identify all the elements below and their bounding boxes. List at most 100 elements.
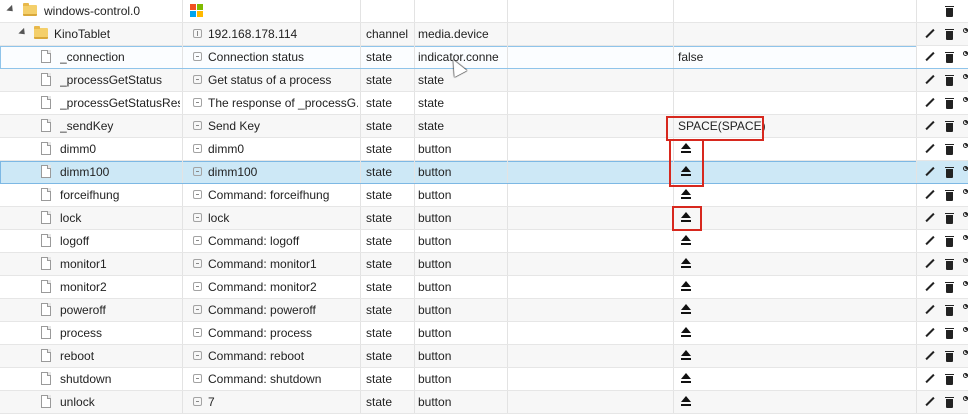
eject-icon[interactable] xyxy=(681,189,692,200)
pencil-icon[interactable] xyxy=(923,303,937,317)
trash-icon[interactable] xyxy=(943,50,957,64)
column-divider xyxy=(182,92,183,114)
wrench-icon[interactable] xyxy=(961,395,968,409)
wrench-icon[interactable] xyxy=(961,257,968,271)
wrench-icon[interactable] xyxy=(961,73,968,87)
trash-icon[interactable] xyxy=(943,349,957,363)
trash-icon[interactable] xyxy=(943,188,957,202)
column-divider xyxy=(673,276,674,298)
highlight-box-dimm xyxy=(669,139,704,187)
column-divider xyxy=(507,161,508,183)
trash-icon[interactable] xyxy=(943,326,957,340)
wrench-icon[interactable] xyxy=(961,96,968,110)
eject-icon[interactable] xyxy=(681,258,692,269)
wrench-icon[interactable] xyxy=(961,50,968,64)
eject-icon[interactable] xyxy=(681,327,692,338)
trash-icon[interactable] xyxy=(943,165,957,179)
trash-icon[interactable] xyxy=(943,96,957,110)
wrench-icon[interactable] xyxy=(961,372,968,386)
trash-icon[interactable] xyxy=(943,280,957,294)
table-row[interactable]: reboot Command: reboot state button xyxy=(0,345,968,368)
column-divider xyxy=(414,161,415,183)
pencil-icon[interactable] xyxy=(923,142,937,156)
eject-icon[interactable] xyxy=(681,304,692,315)
tree-row-device[interactable]: KinoTablet 192.168.178.114 channel media… xyxy=(0,23,968,46)
wrench-icon[interactable] xyxy=(961,234,968,248)
wrench-icon[interactable] xyxy=(961,27,968,41)
collapse-arrow-icon[interactable] xyxy=(18,27,28,38)
table-row[interactable]: logoff Command: logoff state button xyxy=(0,230,968,253)
table-row[interactable]: dimm100 dimm100 state button xyxy=(0,161,968,184)
table-row[interactable]: monitor1 Command: monitor1 state button xyxy=(0,253,968,276)
table-row[interactable]: dimm0 dimm0 state button xyxy=(0,138,968,161)
eject-icon[interactable] xyxy=(681,396,692,407)
trash-icon[interactable] xyxy=(943,234,957,248)
wrench-icon[interactable] xyxy=(961,303,968,317)
wrench-icon[interactable] xyxy=(961,165,968,179)
trash-icon[interactable] xyxy=(943,119,957,133)
eject-icon[interactable] xyxy=(681,373,692,384)
state-icon xyxy=(193,98,202,107)
pencil-icon[interactable] xyxy=(923,211,937,225)
wrench-icon[interactable] xyxy=(961,188,968,202)
wrench-icon[interactable] xyxy=(961,142,968,156)
table-row[interactable]: unlock 7 state button xyxy=(0,391,968,414)
trash-icon[interactable] xyxy=(943,303,957,317)
trash-icon[interactable] xyxy=(943,4,957,18)
trash-icon[interactable] xyxy=(943,395,957,409)
trash-icon[interactable] xyxy=(943,142,957,156)
eject-icon[interactable] xyxy=(681,235,692,246)
collapse-arrow-icon[interactable] xyxy=(6,4,16,15)
trash-icon[interactable] xyxy=(943,257,957,271)
trash-icon[interactable] xyxy=(943,211,957,225)
wrench-icon[interactable] xyxy=(961,326,968,340)
pencil-icon[interactable] xyxy=(923,257,937,271)
state-icon xyxy=(193,282,202,291)
table-row[interactable]: lock lock state button xyxy=(0,207,968,230)
table-row[interactable]: poweroff Command: poweroff state button xyxy=(0,299,968,322)
pencil-icon[interactable] xyxy=(923,119,937,133)
column-divider xyxy=(673,0,674,22)
state-name: Command: forceifhung xyxy=(208,188,330,202)
wrench-icon[interactable] xyxy=(961,280,968,294)
state-name: Command: shutdown xyxy=(208,372,322,386)
state-id: process xyxy=(60,326,103,340)
trash-icon[interactable] xyxy=(943,73,957,87)
column-divider xyxy=(414,115,415,137)
pencil-icon[interactable] xyxy=(923,326,937,340)
table-row[interactable]: process Command: process state button xyxy=(0,322,968,345)
wrench-icon[interactable] xyxy=(961,349,968,363)
state-type: state xyxy=(366,96,393,110)
pencil-icon[interactable] xyxy=(923,349,937,363)
eject-icon[interactable] xyxy=(681,350,692,361)
table-row[interactable]: monitor2 Command: monitor2 state button xyxy=(0,276,968,299)
table-row[interactable]: shutdown Command: shutdown state button xyxy=(0,368,968,391)
column-divider xyxy=(507,69,508,91)
pencil-icon[interactable] xyxy=(923,50,937,64)
trash-icon[interactable] xyxy=(943,27,957,41)
eject-icon[interactable] xyxy=(681,281,692,292)
pencil-icon[interactable] xyxy=(923,96,937,110)
table-row[interactable]: _processGetStatus Get status of a process… xyxy=(0,69,968,92)
trash-icon[interactable] xyxy=(943,372,957,386)
device-name: KinoTablet xyxy=(54,27,111,41)
state-id: unlock xyxy=(60,395,95,409)
column-divider xyxy=(360,299,361,321)
pencil-icon[interactable] xyxy=(923,395,937,409)
pencil-icon[interactable] xyxy=(923,165,937,179)
pencil-icon[interactable] xyxy=(923,188,937,202)
pencil-icon[interactable] xyxy=(923,280,937,294)
row-actions xyxy=(916,299,968,321)
tree-row-root[interactable]: windows-control.0 xyxy=(0,0,968,23)
wrench-icon[interactable] xyxy=(961,211,968,225)
table-row[interactable]: _connection Connection status state indicat… xyxy=(0,46,968,69)
table-row[interactable]: forceifhung Command: forceifhung state butt… xyxy=(0,184,968,207)
wrench-icon[interactable] xyxy=(961,119,968,133)
column-divider xyxy=(507,207,508,229)
pencil-icon[interactable] xyxy=(923,372,937,386)
table-row[interactable]: _processGetStatusResul The response of _p… xyxy=(0,92,968,115)
table-row[interactable]: _sendKey Send Key state state SPACE(SPACE) xyxy=(0,115,968,138)
pencil-icon[interactable] xyxy=(923,27,937,41)
pencil-icon[interactable] xyxy=(923,234,937,248)
pencil-icon[interactable] xyxy=(923,73,937,87)
